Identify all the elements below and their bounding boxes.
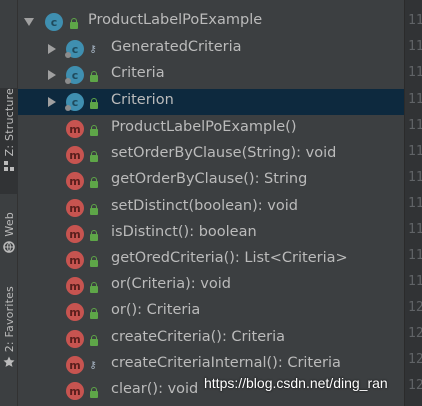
tree-node-method[interactable]: m or(): Criteria xyxy=(18,299,404,325)
tree-node-label: ProductLabelPoExample() xyxy=(111,119,297,135)
static-marker-icon xyxy=(65,78,71,84)
line-number: 12 xyxy=(408,300,422,315)
abstract-marker-icon xyxy=(65,52,71,58)
expand-arrow-icon[interactable] xyxy=(48,44,56,54)
expand-arrow-icon[interactable] xyxy=(48,70,56,80)
public-lock-icon xyxy=(70,18,78,29)
class-icon: c xyxy=(45,13,63,31)
tree-node-method[interactable]: m or(Criteria): void xyxy=(18,273,404,299)
tree-node-inner-class[interactable]: c Criterion xyxy=(18,89,404,115)
public-lock-icon xyxy=(90,282,98,293)
package-private-key-icon: ⚷ xyxy=(89,360,97,371)
public-lock-icon xyxy=(90,204,98,215)
line-number: 11 xyxy=(408,118,422,133)
package-private-key-icon: ⚷ xyxy=(89,44,97,55)
collapse-arrow-icon[interactable] xyxy=(24,18,34,26)
tool-window-strip: Z: Structure Web 2: Favorites xyxy=(0,0,18,406)
tree-node-method[interactable]: m ProductLabelPoExample() xyxy=(18,116,404,142)
method-icon: m xyxy=(66,225,84,243)
tree-node-label: or(): Criteria xyxy=(111,302,201,318)
public-lock-icon xyxy=(90,177,98,188)
line-number: 11 xyxy=(408,248,422,263)
globe-icon xyxy=(3,240,15,253)
tree-node-inner-class[interactable]: c Criteria xyxy=(18,62,404,88)
tree-node-label: createCriteriaInternal(): Criteria xyxy=(111,355,341,371)
method-icon: m xyxy=(66,172,84,190)
line-number: 11 xyxy=(408,170,422,185)
line-number: 11 xyxy=(408,222,422,237)
web-tab[interactable]: Web xyxy=(0,212,18,268)
tree-node-label: clear(): void xyxy=(111,381,199,397)
structure-tree: c ProductLabelPoExample c ⚷ GeneratedCri… xyxy=(18,0,404,406)
public-lock-icon xyxy=(90,335,98,346)
favorites-tab[interactable]: 2: Favorites xyxy=(0,286,18,382)
tree-node-label: isDistinct(): boolean xyxy=(111,224,257,240)
tree-node-label: createCriteria(): Criteria xyxy=(111,329,286,345)
method-icon: m xyxy=(66,356,84,374)
web-tab-label: Web xyxy=(2,212,16,237)
public-lock-icon xyxy=(90,256,98,267)
line-number: 11 xyxy=(408,13,422,28)
method-icon: m xyxy=(66,146,84,164)
tree-node-label: or(Criteria): void xyxy=(111,276,231,292)
tree-node-method[interactable]: m setOrderByClause(String): void xyxy=(18,142,404,168)
editor-gutter: 11 11 11 11 11 11 11 11 11 11 11 12 12 1… xyxy=(404,0,422,406)
line-number: 12 xyxy=(408,326,422,341)
method-icon: m xyxy=(66,382,84,400)
line-number: 11 xyxy=(408,196,422,211)
line-number: 11 xyxy=(408,144,422,159)
public-lock-icon xyxy=(90,71,98,82)
tree-node-method[interactable]: m getOrderByClause(): String xyxy=(18,168,404,194)
tree-node-label: getOrderByClause(): String xyxy=(111,171,308,187)
tree-node-label: setDistinct(boolean): void xyxy=(111,198,298,214)
method-icon: m xyxy=(66,303,84,321)
method-icon: m xyxy=(66,199,84,217)
tree-node-label: Criterion xyxy=(111,92,174,108)
tree-node-method[interactable]: m isDistinct(): boolean xyxy=(18,221,404,247)
method-icon: m xyxy=(66,330,84,348)
method-icon: m xyxy=(66,120,84,138)
public-lock-icon xyxy=(90,308,98,319)
public-lock-icon xyxy=(90,387,98,398)
tree-node-label: getOredCriteria(): List<Criteria> xyxy=(111,250,348,266)
tree-node-label: Criteria xyxy=(111,65,165,81)
tree-node-method[interactable]: m getOredCriteria(): List<Criteria> xyxy=(18,247,404,273)
structure-icon xyxy=(3,160,15,172)
line-number: 11 xyxy=(408,65,422,80)
tree-node-method[interactable]: m setDistinct(boolean): void xyxy=(18,195,404,221)
public-lock-icon xyxy=(90,125,98,136)
method-icon: m xyxy=(66,277,84,295)
line-number: 11 xyxy=(408,274,422,289)
tree-node-inner-class[interactable]: c ⚷ GeneratedCriteria xyxy=(18,36,404,62)
public-lock-icon xyxy=(90,151,98,162)
tree-node-label: setOrderByClause(String): void xyxy=(111,145,337,161)
tree-node-root-class[interactable]: c ProductLabelPoExample xyxy=(18,9,404,35)
public-lock-icon xyxy=(90,230,98,241)
structure-tab-label: Z: Structure xyxy=(2,88,16,157)
expand-arrow-icon[interactable] xyxy=(48,97,56,107)
line-number: 11 xyxy=(408,92,422,107)
watermark-text: https://blog.csdn.net/ding_ran xyxy=(204,375,388,391)
structure-tab[interactable]: Z: Structure xyxy=(0,88,18,194)
line-number: 12 xyxy=(408,352,422,367)
method-icon: m xyxy=(66,251,84,269)
tree-node-method[interactable]: m createCriteria(): Criteria xyxy=(18,326,404,352)
line-number: 12 xyxy=(408,378,422,393)
tree-node-label: GeneratedCriteria xyxy=(111,39,242,55)
line-number: 11 xyxy=(408,39,422,54)
star-icon xyxy=(3,356,15,368)
favorites-tab-label: 2: Favorites xyxy=(2,286,16,353)
static-marker-icon xyxy=(65,105,71,111)
tree-node-label: ProductLabelPoExample xyxy=(88,12,263,28)
public-lock-icon xyxy=(90,98,98,109)
